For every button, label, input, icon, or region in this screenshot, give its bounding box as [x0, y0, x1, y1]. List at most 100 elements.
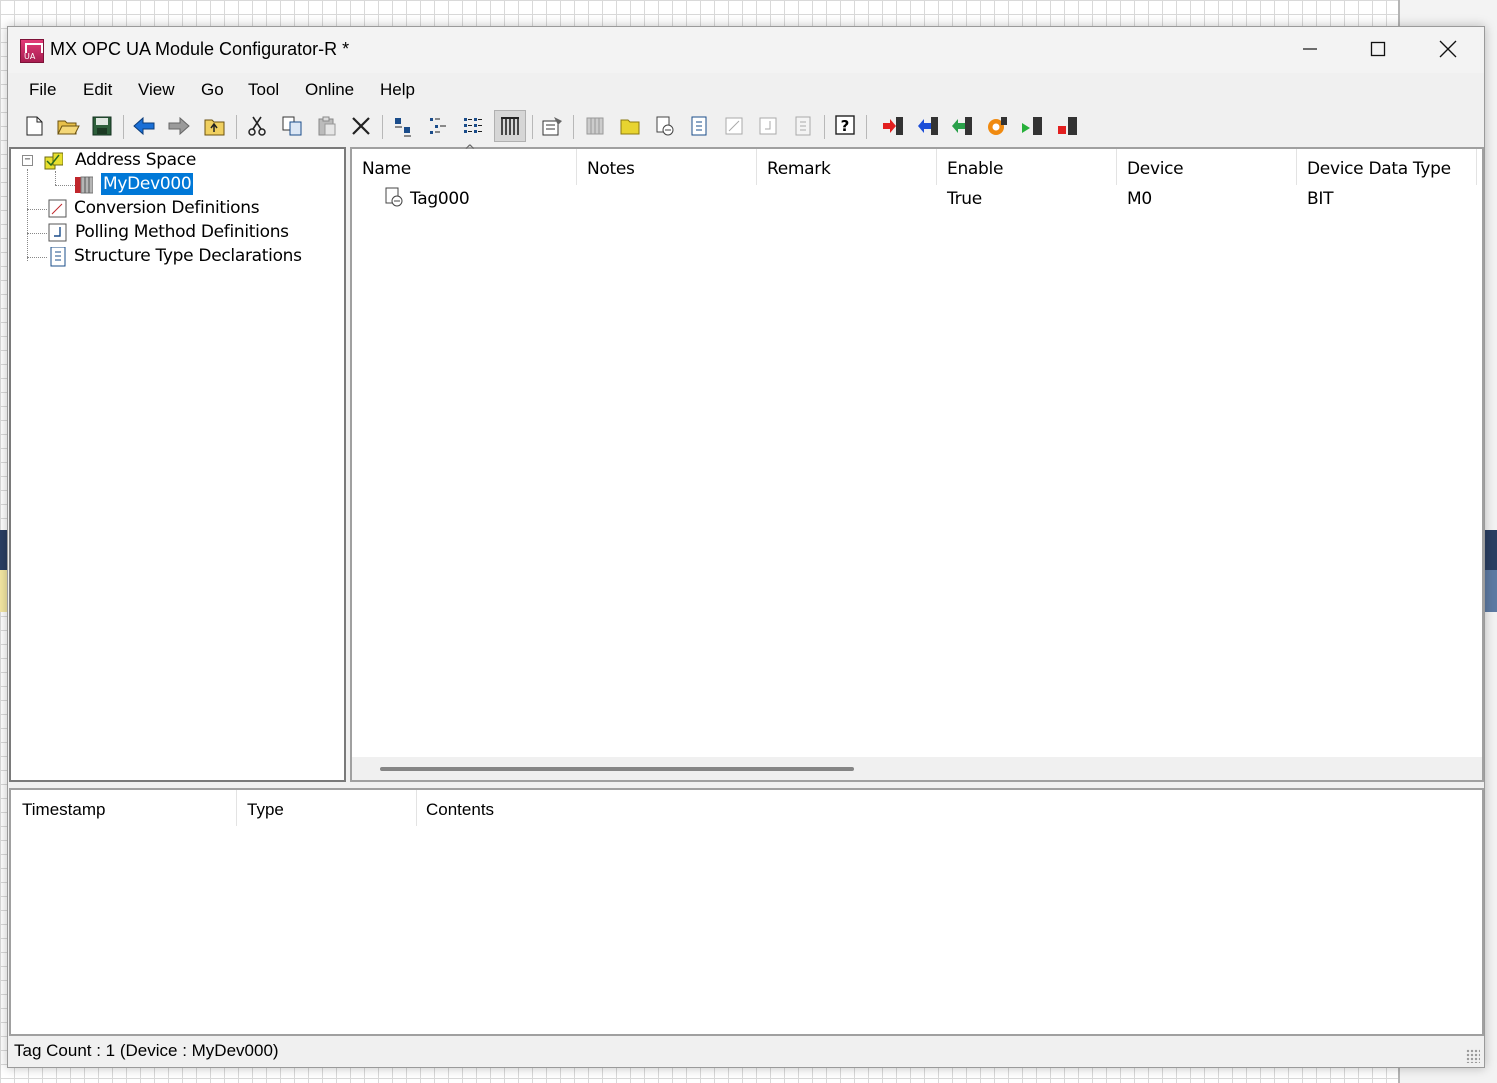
delete-x-icon — [352, 117, 370, 135]
tree-node-address-space[interactable]: Address Space — [75, 150, 196, 170]
maximize-button[interactable] — [1344, 27, 1412, 71]
new-file-icon — [26, 116, 43, 136]
menu-online[interactable]: Online — [305, 80, 354, 100]
read-from-module-button[interactable] — [914, 112, 942, 140]
menu-go[interactable]: Go — [201, 80, 224, 100]
add-tag-button[interactable] — [651, 112, 679, 140]
up-folder-button[interactable] — [201, 112, 229, 140]
add-folder-button[interactable] — [616, 112, 644, 140]
tree-connector — [27, 209, 47, 210]
back-button[interactable] — [130, 112, 158, 140]
menu-bar: File Edit View Go Tool Online Help — [8, 73, 1484, 107]
verify-arrow-green-icon — [952, 117, 972, 135]
column-header-timestamp[interactable]: Timestamp — [22, 800, 105, 820]
app-icon — [20, 39, 44, 63]
minimize-button[interactable] — [1276, 27, 1344, 71]
cut-button[interactable] — [243, 112, 271, 140]
structure-icon — [50, 247, 66, 267]
properties-icon — [542, 117, 562, 136]
column-divider[interactable] — [936, 149, 937, 185]
help-button[interactable]: ? — [831, 112, 859, 140]
paste-icon — [318, 116, 336, 136]
paste-button[interactable] — [313, 112, 341, 140]
conversion-icon — [48, 199, 67, 218]
column-header-name[interactable]: Name — [362, 159, 411, 179]
tag-list[interactable]: ^ Name Notes Remark Enable Device Device… — [350, 143, 1484, 782]
column-divider[interactable] — [1476, 149, 1477, 185]
toolbar-separator — [382, 115, 383, 139]
toolbar-separator — [532, 115, 533, 139]
properties-button[interactable] — [538, 112, 566, 140]
delete-button[interactable] — [347, 112, 375, 140]
back-arrow-icon — [133, 116, 155, 136]
start-module-button[interactable] — [1018, 112, 1046, 140]
copy-button[interactable] — [278, 112, 306, 140]
details-view-button[interactable] — [494, 110, 526, 142]
menu-tool[interactable]: Tool — [248, 80, 279, 100]
tree-node-structure-type-declarations[interactable]: Structure Type Declarations — [74, 246, 302, 266]
column-header-notes[interactable]: Notes — [587, 159, 635, 179]
start-green-icon — [1022, 117, 1042, 135]
cell-device-data-type: BIT — [1307, 189, 1334, 209]
menu-help[interactable]: Help — [380, 80, 415, 100]
add-structure-button[interactable] — [685, 112, 713, 140]
stop-module-button[interactable] — [1053, 112, 1081, 140]
column-divider[interactable] — [236, 790, 237, 826]
column-divider[interactable] — [1116, 149, 1117, 185]
reset-module-button[interactable] — [983, 112, 1011, 140]
resize-grip-icon[interactable] — [1466, 1049, 1480, 1063]
column-header-device[interactable]: Device — [1127, 159, 1184, 179]
column-header-enable[interactable]: Enable — [947, 159, 1003, 179]
column-header-device-data-type[interactable]: Device Data Type — [1307, 159, 1451, 179]
write-to-module-button[interactable] — [879, 112, 907, 140]
device-icon — [75, 176, 93, 194]
add-struct-decl-button[interactable] — [789, 112, 817, 140]
small-icons-button[interactable] — [424, 112, 452, 140]
maximize-icon — [1370, 41, 1386, 57]
column-header-type[interactable]: Type — [247, 800, 284, 820]
column-header-contents[interactable]: Contents — [426, 800, 494, 820]
tag-icon — [656, 116, 674, 136]
small-icons-icon — [430, 118, 446, 134]
open-button[interactable] — [54, 112, 82, 140]
column-divider[interactable] — [1296, 149, 1297, 185]
tree-node-polling-method-definitions[interactable]: Polling Method Definitions — [75, 222, 289, 242]
tag-icon — [385, 187, 403, 207]
tree-node-mydev000[interactable]: MyDev000 — [101, 173, 194, 195]
close-icon — [1439, 40, 1457, 58]
scrollbar-thumb[interactable] — [380, 767, 854, 771]
tree-node-conversion-definitions[interactable]: Conversion Definitions — [74, 198, 260, 218]
configurator-window: MX OPC UA Module Configurator-R * File E… — [7, 26, 1485, 1068]
forward-button[interactable] — [165, 112, 193, 140]
menu-edit[interactable]: Edit — [83, 80, 112, 100]
save-button[interactable] — [88, 112, 116, 140]
menu-view[interactable]: View — [138, 80, 175, 100]
title-bar[interactable]: MX OPC UA Module Configurator-R * — [8, 27, 1484, 73]
status-bar: Tag Count : 1 (Device : MyDev000) — [8, 1037, 1484, 1067]
cell-name: Tag000 — [410, 189, 470, 209]
verify-module-button[interactable] — [948, 112, 976, 140]
add-polling-button[interactable] — [754, 112, 782, 140]
menu-file[interactable]: File — [29, 80, 56, 100]
add-device-button[interactable] — [581, 112, 609, 140]
tree-collapse-toggle[interactable]: − — [22, 155, 33, 166]
column-header-remark[interactable]: Remark — [767, 159, 831, 179]
column-divider[interactable] — [756, 149, 757, 185]
column-divider[interactable] — [576, 149, 577, 185]
minimize-icon — [1303, 48, 1317, 50]
svg-text:?: ? — [841, 117, 850, 135]
tree-connector — [27, 257, 47, 258]
tree-connector — [27, 233, 47, 234]
new-file-button[interactable] — [20, 112, 48, 140]
column-divider[interactable] — [416, 790, 417, 826]
close-button[interactable] — [1414, 27, 1482, 71]
add-conversion-button[interactable] — [720, 112, 748, 140]
message-log[interactable]: Timestamp Type Contents — [9, 788, 1484, 1036]
list-view-button[interactable] — [459, 112, 487, 140]
large-icons-button[interactable] — [389, 112, 417, 140]
cell-device: M0 — [1127, 189, 1152, 209]
horizontal-scrollbar[interactable] — [352, 757, 1482, 780]
toolbar-separator — [236, 115, 237, 139]
address-space-tree[interactable]: − Address Space MyDev000 Conversion Defi… — [9, 147, 346, 782]
struct-decl-icon — [795, 116, 811, 136]
